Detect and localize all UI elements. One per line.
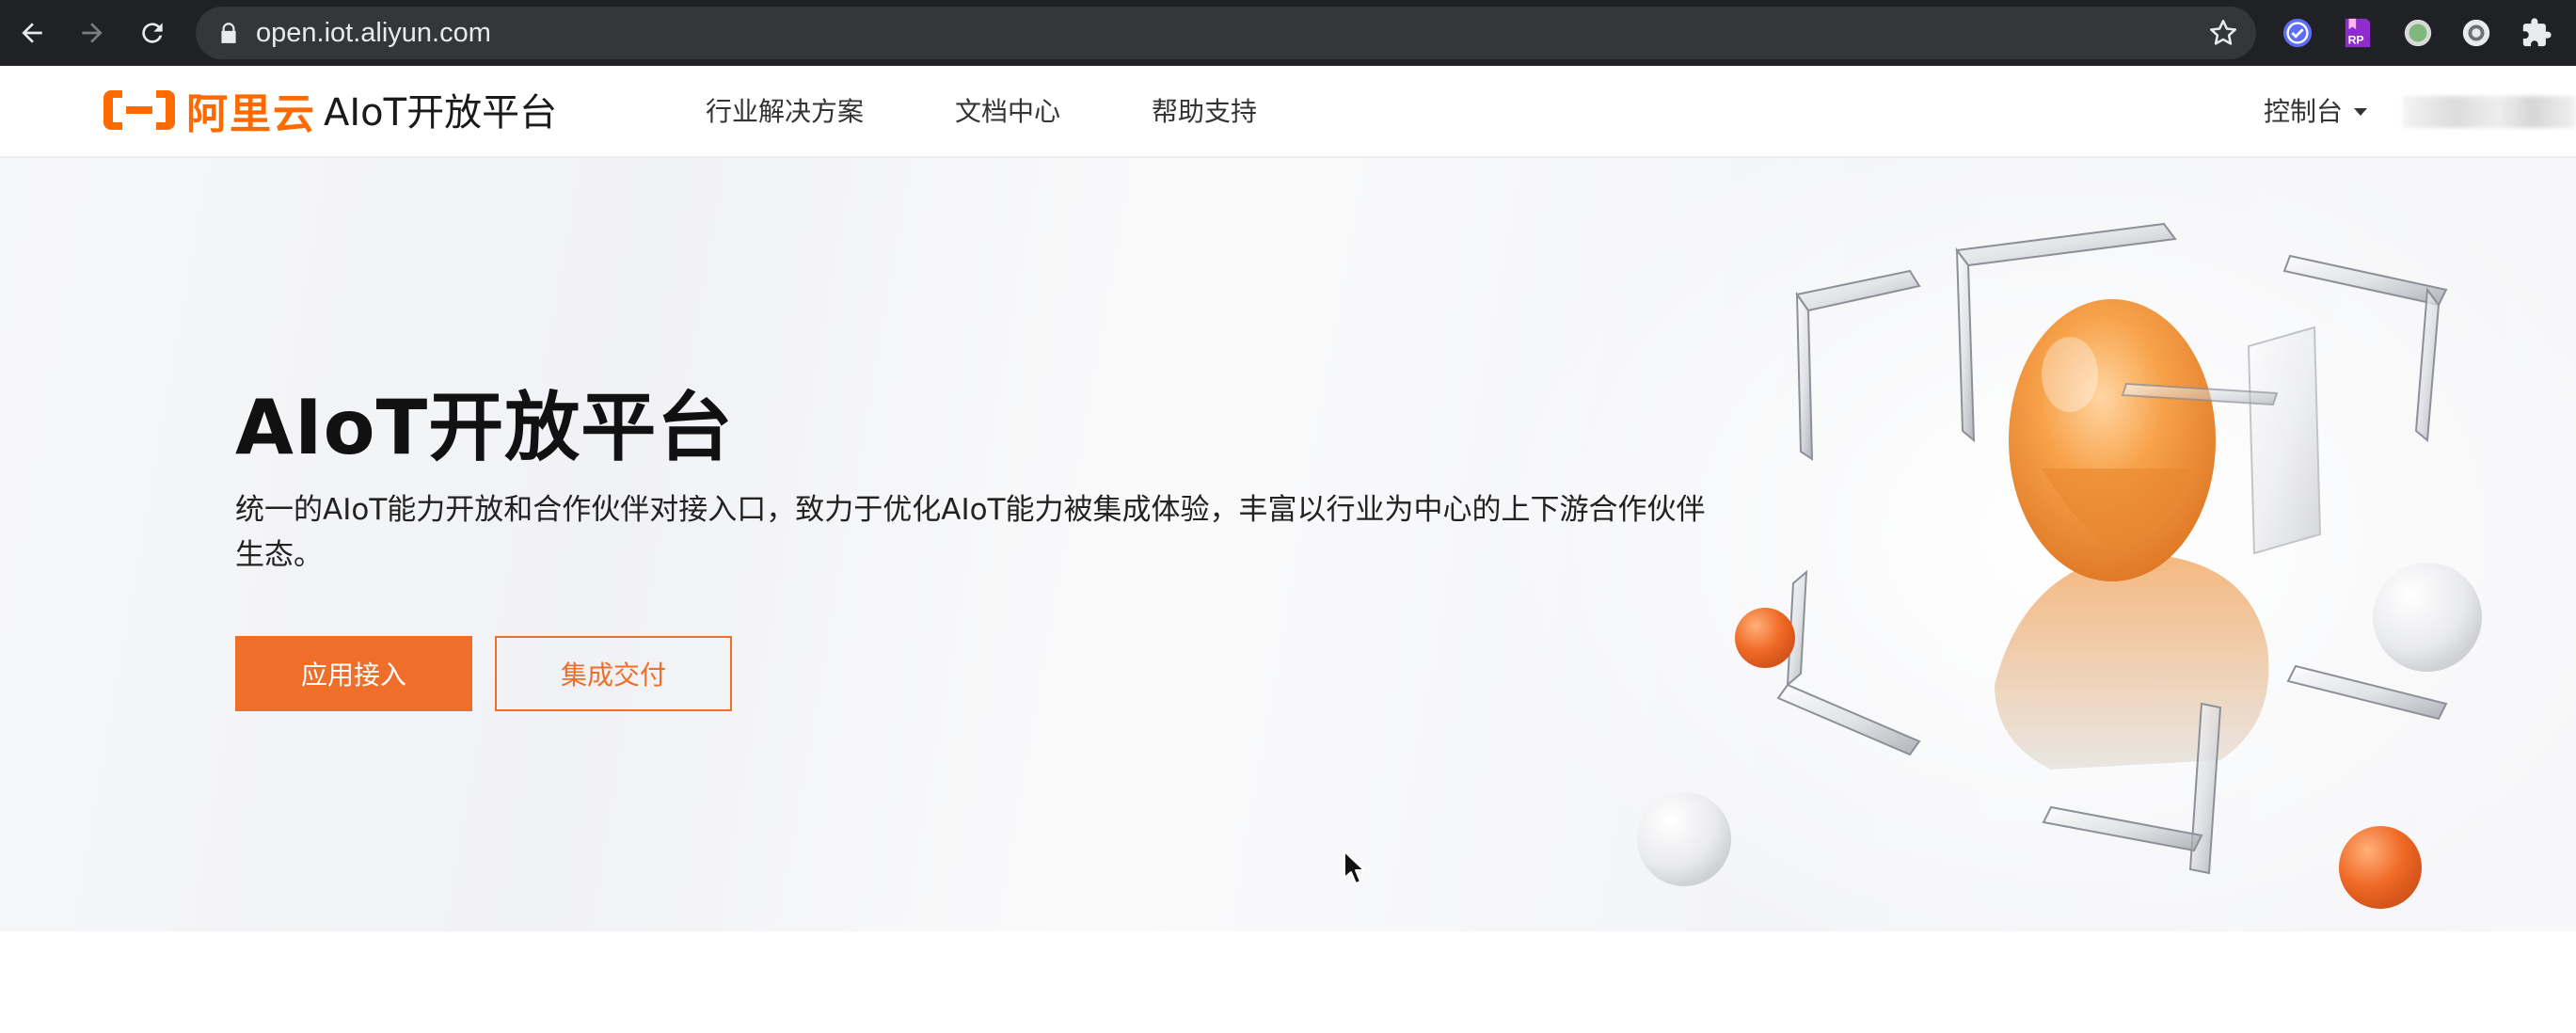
aliyun-logo[interactable]: 阿里云 — [102, 87, 316, 138]
main-navigation: 行业解决方案 文档中心 帮助支持 — [706, 66, 1348, 158]
arrow-left-icon — [22, 23, 42, 43]
puzzle-extension-icon[interactable] — [2520, 16, 2553, 50]
svg-text:RP: RP — [2348, 33, 2364, 46]
reload-button[interactable] — [132, 12, 173, 54]
hero-3d-illustration — [1637, 222, 2482, 909]
mouse-cursor-icon — [1344, 850, 1365, 884]
logo-text: 阿里云 — [186, 90, 316, 138]
hero-title: AIoT开放平台 — [235, 384, 734, 471]
forward-button[interactable] — [72, 12, 113, 54]
lock-icon — [221, 23, 236, 43]
console-label: 控制台 — [2264, 96, 2344, 127]
reload-icon — [142, 23, 163, 43]
caret-down-icon — [2354, 108, 2368, 116]
page-content-area — [0, 931, 2576, 1033]
aliyun-bracket-logo-icon — [103, 90, 175, 130]
bookmark-star-icon[interactable] — [2207, 17, 2239, 49]
green-circle-extension-icon[interactable] — [2401, 16, 2435, 50]
url-text: open.iot.aliyun.com — [256, 18, 491, 48]
nav-item-solutions[interactable]: 行业解决方案 — [706, 66, 864, 158]
integration-delivery-button[interactable]: 集成交付 — [495, 636, 732, 711]
nav-item-support[interactable]: 帮助支持 — [1152, 66, 1257, 158]
account-avatar-blurred[interactable] — [2403, 96, 2576, 128]
nav-item-docs[interactable]: 文档中心 — [955, 66, 1060, 158]
hero-description: 统一的AIoT能力开放和合作伙伴对接入口，致力于优化AIoT能力被集成体验，丰富… — [235, 493, 1706, 572]
site-header: 阿里云 AIoT开放平台 行业解决方案 文档中心 帮助支持 控制台 — [0, 66, 2576, 158]
app-access-button[interactable]: 应用接入 — [235, 636, 472, 711]
platform-name[interactable]: AIoT开放平台 — [324, 88, 557, 137]
hero-banner: AIoT开放平台 统一的AIoT能力开放和合作伙伴对接入口，致力于优化AIoT能… — [0, 158, 2576, 931]
arrow-right-icon — [82, 23, 103, 43]
checkmark-shield-extension-icon[interactable] — [2281, 16, 2314, 50]
console-dropdown[interactable]: 控制台 — [2264, 66, 2369, 158]
address-bar[interactable]: open.iot.aliyun.com — [196, 7, 2256, 59]
circle-extension-icon[interactable] — [2459, 16, 2493, 50]
back-button[interactable] — [11, 12, 53, 54]
rp-extension-icon[interactable]: RP — [2341, 16, 2375, 50]
browser-toolbar: open.iot.aliyun.com RP — [0, 0, 2576, 66]
